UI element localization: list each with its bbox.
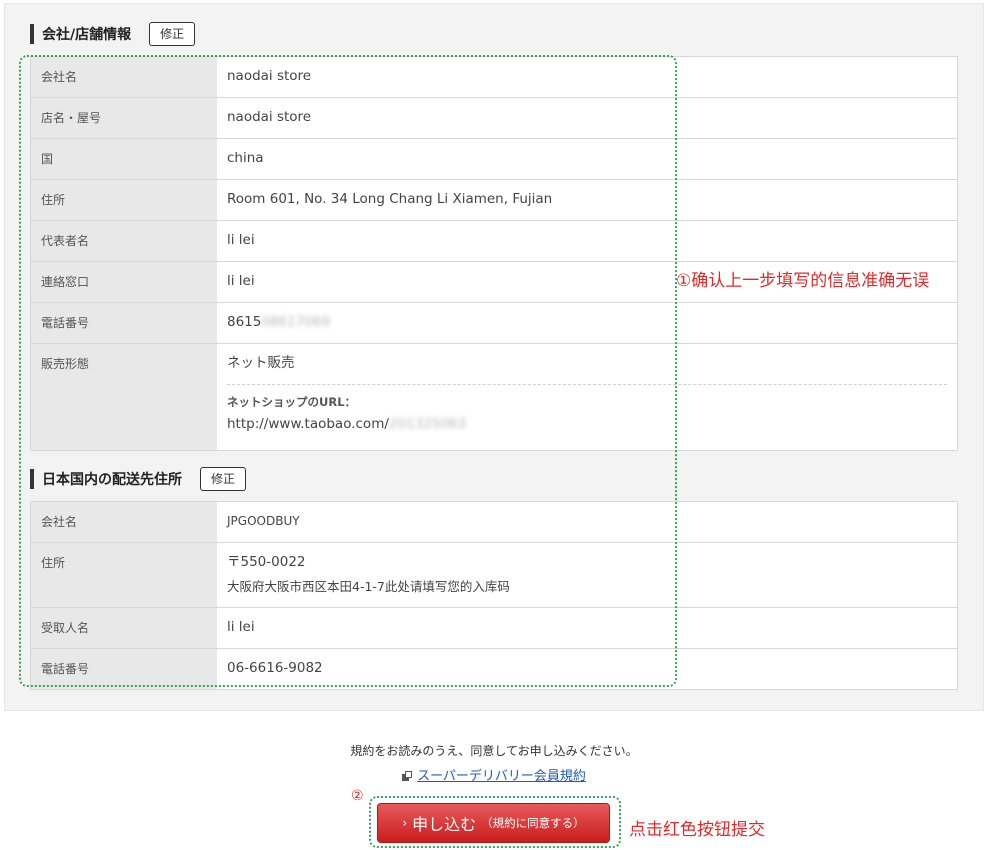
agree-instruction: 規約をお読みのうえ、同意してお申し込みください。 xyxy=(350,744,638,758)
address-value: Room 601, No. 34 Long Chang Li Xiamen, F… xyxy=(227,191,553,207)
company-section-title: 会社/店舗情報 xyxy=(42,27,132,43)
annotation-step2: 点击红色按钮提交 xyxy=(629,820,765,840)
annotation-step1: ①确认上一步填写的信息准确无误 xyxy=(676,271,930,291)
row-label: 電話番号 xyxy=(31,303,217,343)
shop-url-value: http://www.taobao.com/201325063 xyxy=(227,416,947,433)
submit-label: 申し込む xyxy=(412,815,477,834)
shipping-company-value: JPGOODBUY xyxy=(227,514,300,528)
row-value: china xyxy=(217,139,957,179)
store-name-value: naodai store xyxy=(227,109,312,125)
company-edit-button[interactable]: 修正 xyxy=(149,22,196,46)
section-bar xyxy=(30,469,34,489)
table-row: 店名・屋号 naodai store xyxy=(31,98,957,139)
table-row: 住所 Room 601, No. 34 Long Chang Li Xiamen… xyxy=(31,180,957,221)
shop-url-visible: http://www.taobao.com/ xyxy=(227,416,389,432)
company-section-header: 会社/店舗情報 修正 xyxy=(30,22,196,46)
submit-button[interactable]: › 申し込む （規約に同意する） xyxy=(377,803,610,843)
postal-code-value: 〒550-0022 xyxy=(227,554,306,570)
shipping-section-title: 日本国内の配送先住所 xyxy=(42,472,182,488)
row-label: 店名・屋号 xyxy=(31,98,217,138)
shipping-edit-button[interactable]: 修正 xyxy=(200,467,246,491)
country-value: china xyxy=(227,150,264,166)
representative-value: li lei xyxy=(227,232,255,248)
row-label: 住所 xyxy=(31,180,217,220)
row-label: 会社名 xyxy=(31,502,217,542)
terms-link[interactable]: スーパーデリバリー会員規約 xyxy=(417,769,586,784)
row-value: Room 601, No. 34 Long Chang Li Xiamen, F… xyxy=(217,180,957,220)
row-value: ネット販売 ネットショップのURL： http://www.taobao.com… xyxy=(217,344,957,450)
row-label: 住所 xyxy=(31,543,217,607)
row-value: li lei xyxy=(217,221,957,261)
terms-link-row: スーパーデリバリー会員規約 xyxy=(0,765,988,784)
row-label: 電話番号 xyxy=(31,649,217,689)
submit-sublabel: （規約に同意する） xyxy=(481,816,585,830)
company-name-value: naodai store xyxy=(227,68,312,84)
shipping-section-header: 日本国内の配送先住所 修正 xyxy=(30,467,246,491)
phone-visible: 8615 xyxy=(227,314,262,330)
row-value: 06-6616-9082 xyxy=(217,649,957,689)
row-label: 受取人名 xyxy=(31,608,217,648)
row-value: naodai store xyxy=(217,57,957,97)
shipping-address-value: 大阪府大阪市西区本田4-1-7此处请填写您的入库码 xyxy=(227,579,510,594)
row-label: 国 xyxy=(31,139,217,179)
phone-blurred: 08617069 xyxy=(261,314,331,330)
row-value: 861508617069 xyxy=(217,303,957,343)
row-label: 連絡窓口 xyxy=(31,262,217,302)
shipping-phone-value: 06-6616-9082 xyxy=(227,660,323,676)
table-row: 会社名 naodai store xyxy=(31,57,957,98)
row-label: 代表者名 xyxy=(31,221,217,261)
shop-url-label: ネットショップのURL： xyxy=(227,395,357,409)
row-label: 会社名 xyxy=(31,57,217,97)
row-value: JPGOODBUY xyxy=(217,502,957,542)
table-row: 会社名 JPGOODBUY xyxy=(31,502,957,543)
table-row: 住所 〒550-0022 大阪府大阪市西区本田4-1-7此处请填写您的入库码 xyxy=(31,543,957,608)
external-link-icon xyxy=(402,771,413,781)
row-value: li lei xyxy=(217,608,957,648)
recipient-value: li lei xyxy=(227,619,255,635)
divider xyxy=(227,384,947,385)
table-row: 国 china xyxy=(31,139,957,180)
chevron-right-icon: › xyxy=(402,816,408,830)
row-label: 販売形態 xyxy=(31,344,217,450)
annotation-step2-marker: ② xyxy=(351,788,364,804)
shop-url-blurred: 201325063 xyxy=(388,416,467,432)
company-info-table: 会社名 naodai store 店名・屋号 naodai store 国 ch… xyxy=(30,56,958,451)
row-value: 〒550-0022 大阪府大阪市西区本田4-1-7此处请填写您的入库码 xyxy=(217,543,957,607)
table-row: 受取人名 li lei xyxy=(31,608,957,649)
section-bar xyxy=(30,24,34,44)
table-row: 電話番号 06-6616-9082 xyxy=(31,649,957,690)
table-row: 電話番号 861508617069 xyxy=(31,303,957,344)
sales-type-value: ネット販売 xyxy=(227,355,295,371)
shipping-info-table: 会社名 JPGOODBUY 住所 〒550-0022 大阪府大阪市西区本田4-1… xyxy=(30,501,958,690)
phone-value: 861508617069 xyxy=(227,314,947,331)
row-value: naodai store xyxy=(217,98,957,138)
table-row: 代表者名 li lei xyxy=(31,221,957,262)
table-row: 販売形態 ネット販売 ネットショップのURL： http://www.taoba… xyxy=(31,344,957,451)
